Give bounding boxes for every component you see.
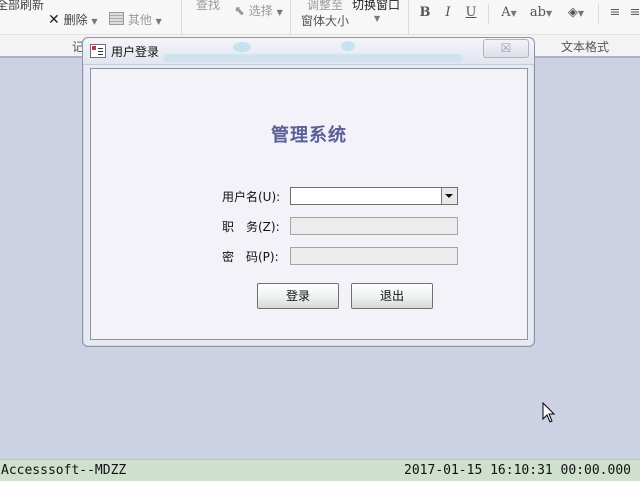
other-icon — [109, 12, 124, 25]
position-field[interactable] — [290, 217, 458, 235]
username-combo[interactable] — [290, 187, 458, 205]
dropdown-arrow-icon: ▼ — [155, 17, 162, 26]
titlebar-decoration — [233, 42, 251, 52]
align-icon[interactable]: ≡ — [606, 4, 624, 22]
form-icon — [90, 44, 106, 58]
italic-button[interactable]: I — [439, 4, 457, 22]
select-icon: ⬉ — [234, 4, 245, 19]
password-label: 密 码(P): — [222, 250, 279, 264]
ribbon-separator — [181, 0, 182, 34]
fill-color-icon[interactable]: ◈▼ — [562, 4, 590, 22]
mouse-cursor-icon — [542, 402, 556, 423]
font-color-icon[interactable]: A▼ — [496, 4, 522, 22]
delete-icon: ✕ — [48, 12, 60, 28]
dialog-title: 用户登录 — [111, 45, 160, 59]
position-label: 职 务(Z): — [222, 220, 280, 234]
dialog-titlebar[interactable]: 用户登录 ☒ — [83, 38, 534, 65]
ribbon-separator — [488, 4, 489, 24]
text-format-group-label: 文本格式 — [561, 40, 610, 54]
bold-button[interactable]: B — [416, 4, 434, 22]
close-button[interactable]: ☒ — [483, 39, 529, 58]
underline-button[interactable]: U — [462, 4, 480, 22]
login-dialog: 用户登录 ☒ 管理系统 用户名(U): 职 务(Z): 密 码(P): 登录 退… — [82, 37, 535, 347]
ribbon-separator — [290, 0, 291, 34]
login-button[interactable]: 登录 — [257, 283, 339, 309]
system-title: 管理系统 — [271, 125, 347, 146]
dropdown-arrow-icon: ▼ — [276, 8, 283, 17]
adjust-to-form-line2[interactable]: 窗体大小 — [301, 12, 349, 29]
dropdown-arrow-icon: ▼ — [91, 17, 98, 26]
status-bar: Accesssoft--MDZZ 2017-01-15 16:10:31 00:… — [0, 459, 640, 481]
delete-button[interactable]: ✕ 删除 ▼ — [48, 11, 98, 28]
find-button[interactable]: 查找 — [196, 0, 220, 13]
status-datetime: 2017-01-15 16:10:31 00:00.000 — [404, 463, 631, 478]
exit-button[interactable]: 退出 — [351, 283, 433, 309]
refresh-all-button[interactable]: 全部刷新 — [0, 0, 44, 13]
switch-window-arrow-icon: ▼ — [374, 14, 381, 23]
ribbon-separator — [598, 4, 599, 24]
username-label: 用户名(U): — [222, 190, 281, 204]
other-button[interactable]: 其他 ▼ — [109, 11, 162, 28]
login-panel: 管理系统 用户名(U): 职 务(Z): 密 码(P): 登录 退出 — [90, 68, 528, 340]
ribbon-separator — [408, 0, 409, 34]
chevron-down-icon[interactable] — [441, 188, 457, 204]
select-button[interactable]: ⬉ 选择 ▼ — [234, 2, 283, 19]
password-field[interactable] — [290, 247, 458, 265]
titlebar-decoration — [341, 41, 355, 51]
titlebar-decoration — [163, 54, 463, 62]
status-app-name: Accesssoft--MDZZ — [1, 463, 127, 478]
align-right-icon[interactable]: ≡ — [626, 4, 640, 22]
switch-window-button[interactable]: 切换窗口 — [352, 0, 400, 13]
highlight-icon[interactable]: ab▼ — [528, 4, 554, 22]
